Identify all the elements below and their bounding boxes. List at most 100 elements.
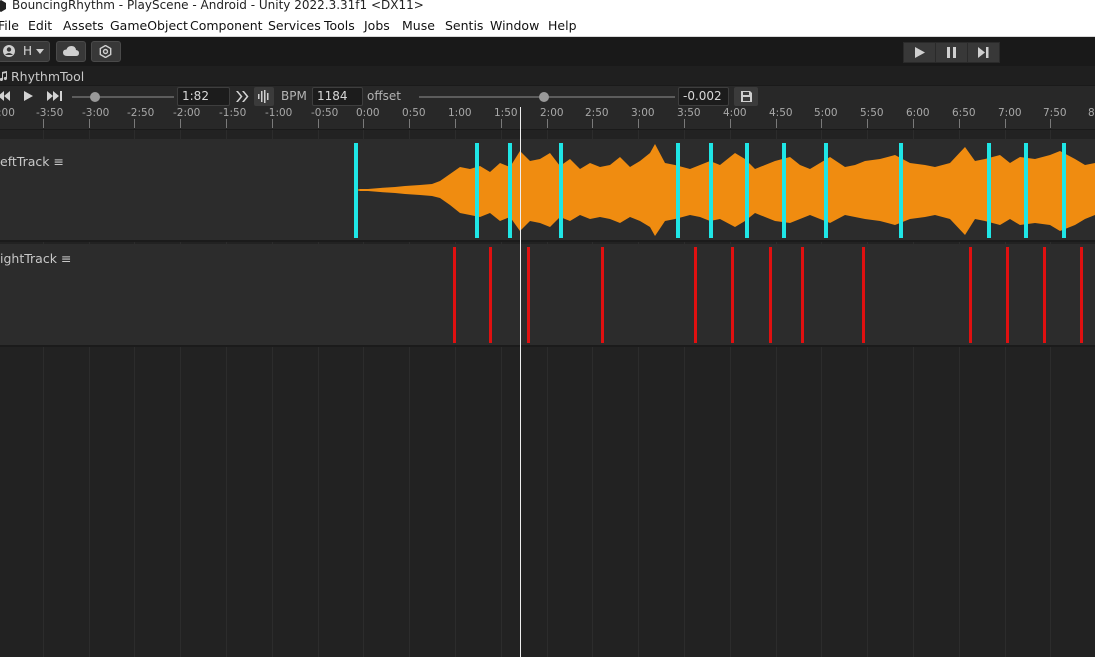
offset-slider[interactable] bbox=[419, 86, 675, 108]
ruler-tick bbox=[684, 119, 685, 128]
menu-tools[interactable]: Tools bbox=[324, 18, 355, 33]
play-icon[interactable] bbox=[24, 91, 33, 101]
left-track-marker[interactable] bbox=[899, 143, 903, 238]
waveform-toggle-button[interactable] bbox=[254, 87, 274, 106]
right-track-marker[interactable] bbox=[801, 247, 804, 343]
left-track-marker[interactable] bbox=[824, 143, 828, 238]
left-track-marker[interactable] bbox=[1024, 143, 1028, 238]
rewind-icon[interactable] bbox=[0, 91, 10, 101]
left-track-marker[interactable] bbox=[709, 143, 713, 238]
hamburger-icon[interactable]: ≡ bbox=[53, 154, 63, 169]
left-track-marker[interactable] bbox=[987, 143, 991, 238]
timeline-area[interactable]: eftTrack ≡ ightTrack ≡ bbox=[0, 130, 1095, 657]
chevron-down-icon bbox=[36, 49, 44, 54]
left-track-marker[interactable] bbox=[354, 143, 358, 238]
ruler-label: 3:50 bbox=[677, 107, 701, 119]
right-track[interactable]: ightTrack ≡ bbox=[0, 244, 1095, 347]
playhead[interactable] bbox=[520, 107, 521, 657]
ruler-tick bbox=[89, 119, 90, 128]
ruler-label: 8 bbox=[1088, 107, 1095, 119]
left-track-marker[interactable] bbox=[782, 143, 786, 238]
window-title-bar: BouncingRhythm - PlayScene - Android - U… bbox=[0, 0, 1095, 14]
right-track-marker[interactable] bbox=[769, 247, 772, 343]
right-track-label: ightTrack ≡ bbox=[0, 251, 71, 266]
pause-button[interactable] bbox=[935, 42, 968, 63]
ruler-label: -2:50 bbox=[127, 107, 155, 119]
ruler-label: 0:50 bbox=[402, 107, 426, 119]
right-track-marker[interactable] bbox=[1080, 247, 1083, 343]
left-track-marker[interactable] bbox=[1062, 143, 1066, 238]
menu-services[interactable]: Services bbox=[268, 18, 321, 33]
menu-jobs[interactable]: Jobs bbox=[364, 18, 390, 33]
time-ruler[interactable]: :00 -3:50 -3:00 -2:50 -2:00 -1:50 -1:00 … bbox=[0, 107, 1095, 130]
left-track-marker[interactable] bbox=[676, 143, 680, 238]
right-track-marker[interactable] bbox=[1043, 247, 1046, 343]
left-track-marker[interactable] bbox=[745, 143, 749, 238]
fast-forward-icon[interactable] bbox=[47, 91, 63, 101]
right-track-marker[interactable] bbox=[1006, 247, 1009, 343]
left-track-marker[interactable] bbox=[559, 143, 563, 238]
right-track-marker[interactable] bbox=[694, 247, 697, 343]
left-track-label: eftTrack ≡ bbox=[0, 154, 64, 169]
double-chevron-right-icon[interactable] bbox=[236, 91, 249, 102]
menu-window[interactable]: Window bbox=[490, 18, 539, 33]
menu-gameobject[interactable]: GameObject bbox=[110, 18, 188, 33]
bpm-label: BPM bbox=[281, 89, 307, 103]
waveform bbox=[356, 144, 1095, 236]
ruler-tick bbox=[959, 119, 960, 128]
left-track[interactable]: eftTrack ≡ bbox=[0, 139, 1095, 242]
offset-field[interactable]: -0.002 bbox=[678, 87, 729, 106]
right-track-marker[interactable] bbox=[527, 247, 530, 343]
menu-bar: File Edit Assets GameObject Component Se… bbox=[0, 14, 1095, 37]
right-track-marker[interactable] bbox=[489, 247, 492, 343]
hamburger-icon[interactable]: ≡ bbox=[61, 251, 71, 266]
menu-component[interactable]: Component bbox=[190, 18, 263, 33]
waveform-icon bbox=[258, 90, 269, 103]
ruler-label: -2:00 bbox=[173, 107, 201, 119]
ruler-tick bbox=[776, 119, 777, 128]
ruler-label: 0:00 bbox=[356, 107, 380, 119]
menu-help[interactable]: Help bbox=[548, 18, 577, 33]
menu-file[interactable]: File bbox=[0, 18, 19, 33]
step-icon bbox=[978, 47, 989, 58]
right-track-marker[interactable] bbox=[731, 247, 734, 343]
ruler-tick bbox=[821, 119, 822, 128]
right-track-marker[interactable] bbox=[862, 247, 865, 343]
play-controls bbox=[903, 42, 1000, 63]
ruler-label: 2:50 bbox=[585, 107, 609, 119]
menu-muse[interactable]: Muse bbox=[402, 18, 435, 33]
right-track-marker[interactable] bbox=[969, 247, 972, 343]
ruler-tick bbox=[547, 119, 548, 128]
ruler-label: 5:00 bbox=[814, 107, 838, 119]
menu-assets[interactable]: Assets bbox=[63, 18, 104, 33]
ruler-tick bbox=[134, 119, 135, 128]
right-track-marker[interactable] bbox=[453, 247, 456, 343]
time-slider[interactable] bbox=[72, 86, 174, 108]
account-icon bbox=[3, 45, 15, 57]
right-track-marker[interactable] bbox=[601, 247, 604, 343]
save-button[interactable] bbox=[734, 87, 758, 106]
left-track-marker[interactable] bbox=[475, 143, 479, 238]
time-field[interactable]: 1:82 bbox=[177, 87, 230, 106]
account-dropdown[interactable]: H bbox=[0, 41, 50, 62]
step-button[interactable] bbox=[967, 42, 1000, 63]
menu-edit[interactable]: Edit bbox=[28, 18, 52, 33]
ruler-tick bbox=[43, 119, 44, 128]
cloud-button[interactable] bbox=[56, 41, 86, 62]
ruler-tick bbox=[363, 119, 364, 128]
play-button[interactable] bbox=[903, 42, 936, 63]
menu-sentis[interactable]: Sentis bbox=[445, 18, 483, 33]
ruler-label: 7:50 bbox=[1043, 107, 1067, 119]
left-track-marker[interactable] bbox=[508, 143, 512, 238]
ruler-label: 6:00 bbox=[906, 107, 930, 119]
ruler-tick bbox=[318, 119, 319, 128]
ruler-tick bbox=[409, 119, 410, 128]
ruler-label: -3:50 bbox=[36, 107, 64, 119]
bpm-field[interactable]: 1184 bbox=[312, 87, 363, 106]
ruler-tick bbox=[730, 119, 731, 128]
offset-slider-knob[interactable] bbox=[539, 92, 549, 102]
time-slider-knob[interactable] bbox=[90, 92, 100, 102]
settings-button[interactable] bbox=[91, 41, 121, 62]
save-icon bbox=[741, 91, 752, 102]
ruler-tick bbox=[180, 119, 181, 128]
